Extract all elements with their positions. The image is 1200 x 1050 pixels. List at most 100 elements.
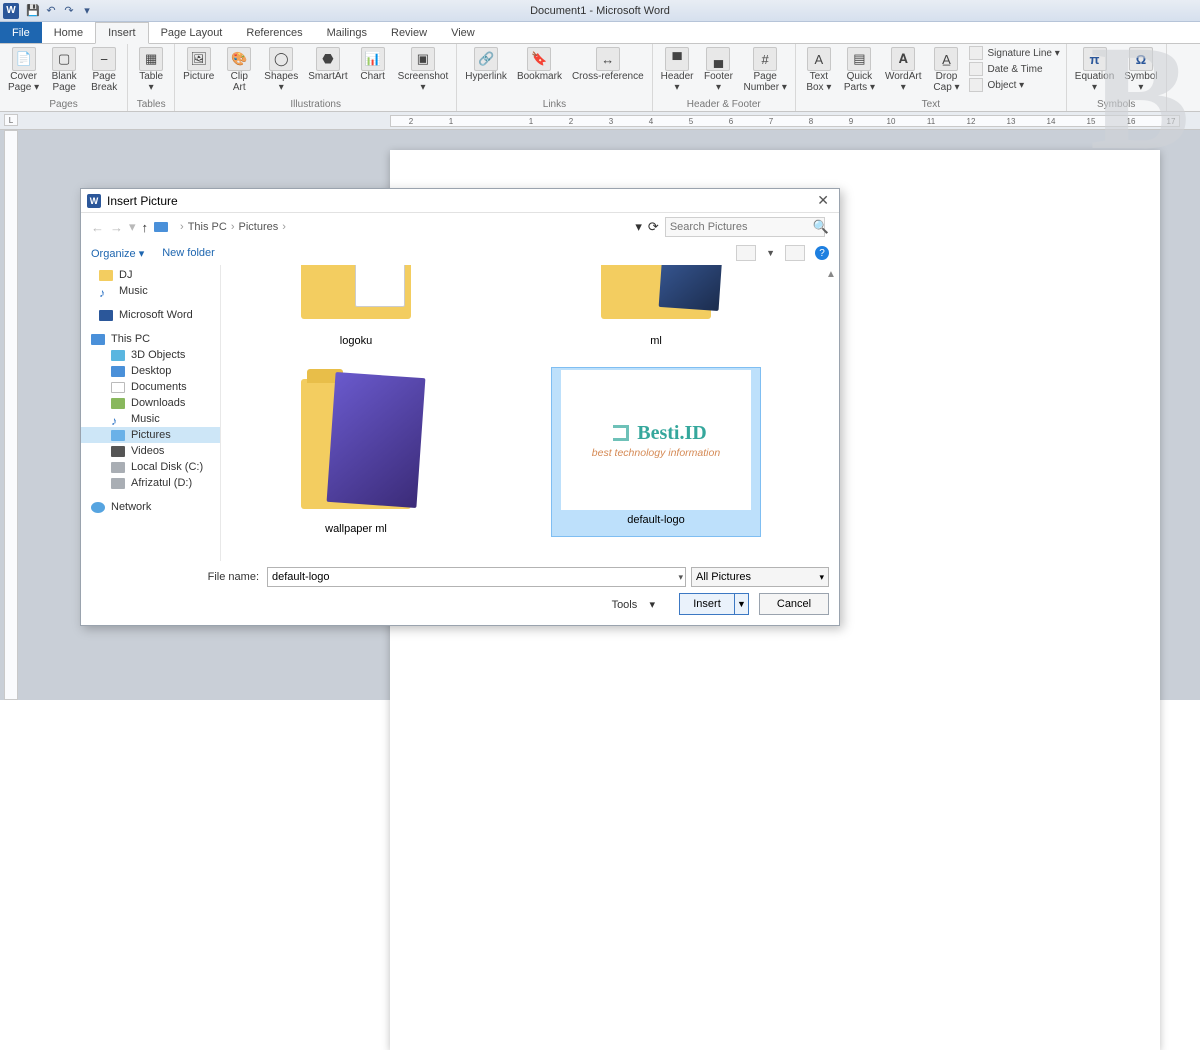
file-item-logoku[interactable]: logoku — [251, 265, 461, 349]
breadcrumb-part[interactable]: This PC — [188, 221, 227, 233]
hyperlink-button[interactable]: 🔗Hyperlink — [463, 46, 509, 84]
cancel-button[interactable]: Cancel — [759, 593, 829, 615]
desktop-icon — [111, 366, 125, 377]
picture-button[interactable]: 🖼Picture — [181, 46, 216, 84]
date-time-button[interactable]: Date & Time — [969, 62, 1059, 76]
shapes-button[interactable]: ◯Shapes ▾ — [262, 46, 300, 94]
nav-back-icon[interactable]: ← — [91, 220, 104, 235]
tree-node-videos[interactable]: Videos — [81, 443, 220, 459]
search-input[interactable] — [665, 217, 825, 237]
symbol-button[interactable]: ΩSymbol ▾ — [1122, 46, 1159, 94]
bookmark-button[interactable]: 🔖Bookmark — [515, 46, 564, 84]
tab-references[interactable]: References — [234, 22, 314, 43]
table-button[interactable]: ▦Table ▾ — [134, 46, 168, 94]
file-label: wallpaper ml — [325, 523, 387, 535]
scrollbar[interactable]: ▲ — [825, 269, 837, 557]
insert-button[interactable]: Insert ▼ — [679, 593, 749, 615]
file-type-filter[interactable]: All Pictures ▾ — [691, 567, 829, 587]
chevron-right-icon[interactable]: › — [231, 221, 235, 233]
clip-art-button[interactable]: 🎨Clip Art — [222, 46, 256, 94]
chart-button[interactable]: 📊Chart — [356, 46, 390, 84]
quick-access-toolbar: 💾 ↶ ↷ ▾ — [26, 4, 94, 18]
chevron-right-icon[interactable]: › — [180, 221, 184, 233]
cover-page-button[interactable]: 📄Cover Page ▾ — [6, 46, 41, 94]
smartart-button[interactable]: ⬣SmartArt — [306, 46, 349, 84]
drop-cap-button[interactable]: A̲Drop Cap ▾ — [929, 46, 963, 94]
downloads-icon — [111, 398, 125, 409]
tree-node-desktop[interactable]: Desktop — [81, 363, 220, 379]
scroll-up-icon[interactable]: ▲ — [825, 269, 837, 280]
tree-node-network[interactable]: Network — [81, 499, 220, 515]
nav-up-icon[interactable]: ↑ — [142, 220, 149, 235]
tree-node-music[interactable]: ♪Music — [81, 411, 220, 427]
cross-reference-button[interactable]: ↔Cross-reference — [570, 46, 646, 84]
equation-button[interactable]: πEquation ▾ — [1073, 46, 1116, 94]
horizontal-ruler[interactable]: 21123456789101112131415161718 — [390, 115, 1180, 127]
file-item-default-logo[interactable]: Besti.ID best technology information def… — [551, 367, 761, 537]
chevron-down-icon[interactable]: ▾ — [129, 219, 136, 235]
insert-dropdown-icon[interactable]: ▼ — [734, 594, 748, 614]
preview-pane-button[interactable] — [785, 245, 805, 261]
breadcrumb-part[interactable]: Pictures — [239, 221, 279, 233]
qat-customize-icon[interactable]: ▾ — [80, 4, 94, 18]
tree-node-music[interactable]: ♪Music — [81, 283, 220, 299]
tree-node-msword[interactable]: Microsoft Word — [81, 307, 220, 323]
chevron-down-icon[interactable]: ▼ — [766, 248, 775, 258]
group-symbols: πEquation ▾ ΩSymbol ▾ Symbols — [1067, 44, 1167, 111]
tree-node-pictures[interactable]: Pictures — [81, 427, 220, 443]
vertical-ruler[interactable] — [4, 130, 18, 700]
redo-icon[interactable]: ↷ — [62, 4, 76, 18]
tab-page-layout[interactable]: Page Layout — [149, 22, 235, 43]
tools-button[interactable]: Tools ▾ — [612, 598, 655, 611]
nav-forward-icon[interactable]: → — [110, 220, 123, 235]
file-label: ml — [650, 335, 662, 347]
tab-view[interactable]: View — [439, 22, 487, 43]
wordart-button[interactable]: 𝐀WordArt ▾ — [883, 46, 924, 94]
tree-node-afrizatul[interactable]: Afrizatul (D:) — [81, 475, 220, 491]
tree-node-documents[interactable]: Documents — [81, 379, 220, 395]
header-button[interactable]: ▀Header ▾ — [659, 46, 696, 94]
tree-node-downloads[interactable]: Downloads — [81, 395, 220, 411]
group-text: AText Box ▾ ▤Quick Parts ▾ 𝐀WordArt ▾ A̲… — [796, 44, 1067, 111]
signature-line-button[interactable]: Signature Line ▾ — [969, 46, 1059, 60]
chevron-down-icon[interactable]: ▾ — [678, 572, 683, 583]
insert-button-label: Insert — [680, 598, 734, 610]
close-icon[interactable]: ✕ — [813, 192, 833, 209]
organize-button[interactable]: Organize ▾ — [91, 247, 144, 260]
tab-review[interactable]: Review — [379, 22, 439, 43]
chevron-right-icon[interactable]: › — [282, 221, 286, 233]
footer-button[interactable]: ▄Footer ▾ — [701, 46, 735, 94]
tab-insert[interactable]: Insert — [95, 22, 149, 44]
folder-icon — [301, 265, 411, 319]
blank-page-button[interactable]: ▢Blank Page — [47, 46, 81, 94]
tree-node-3d-objects[interactable]: 3D Objects — [81, 347, 220, 363]
word-icon: W — [3, 3, 19, 19]
page-break-button[interactable]: ⎯Page Break — [87, 46, 121, 94]
smartart-icon: ⬣ — [316, 47, 340, 71]
object-button[interactable]: Object ▾ — [969, 78, 1059, 92]
help-icon[interactable]: ? — [815, 246, 829, 260]
save-icon[interactable]: 💾 — [26, 4, 40, 18]
tab-file[interactable]: File — [0, 22, 42, 43]
tab-selector[interactable]: L — [4, 114, 18, 126]
tab-mailings[interactable]: Mailings — [315, 22, 379, 43]
file-item-ml[interactable]: ml — [551, 265, 761, 349]
quick-parts-button[interactable]: ▤Quick Parts ▾ — [842, 46, 877, 94]
file-item-wallpaper-ml[interactable]: wallpaper ml — [251, 367, 461, 537]
screenshot-button[interactable]: ▣Screenshot ▾ — [396, 46, 451, 94]
page-number-button[interactable]: #Page Number ▾ — [741, 46, 788, 94]
tree-node-local-disk[interactable]: Local Disk (C:) — [81, 459, 220, 475]
view-mode-button[interactable] — [736, 245, 756, 261]
signature-icon — [969, 46, 983, 60]
music-icon: ♪ — [111, 414, 125, 425]
text-box-button[interactable]: AText Box ▾ — [802, 46, 836, 94]
tab-home[interactable]: Home — [42, 22, 95, 43]
search-icon[interactable]: 🔍 — [813, 219, 829, 235]
new-folder-button[interactable]: New folder — [162, 247, 215, 259]
tree-node-this-pc[interactable]: This PC — [81, 331, 220, 347]
refresh-icon[interactable]: ⟳ — [648, 219, 659, 235]
undo-icon[interactable]: ↶ — [44, 4, 58, 18]
chevron-down-icon[interactable]: ▾ — [635, 219, 642, 235]
file-name-input[interactable] — [267, 567, 686, 587]
tree-node-dj[interactable]: DJ — [81, 267, 220, 283]
